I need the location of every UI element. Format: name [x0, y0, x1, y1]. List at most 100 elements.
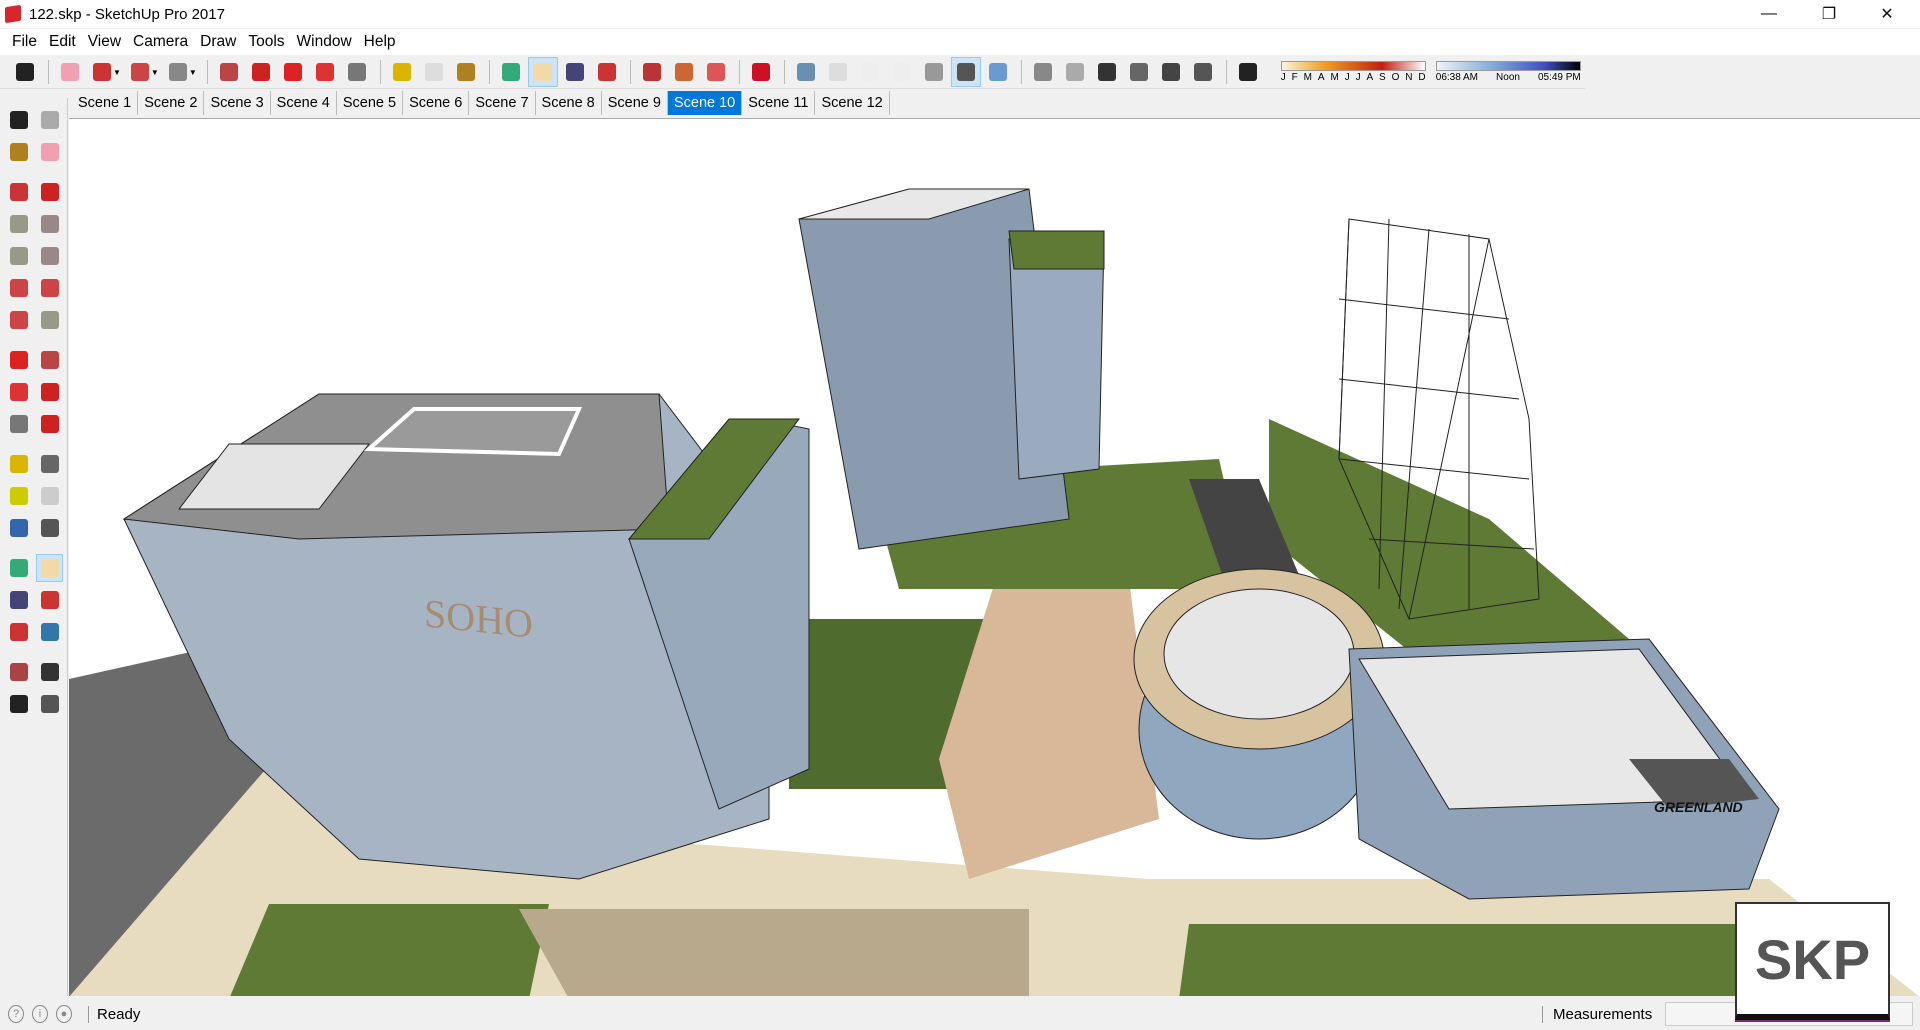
tab-scene-4[interactable]: Scene 4	[271, 91, 337, 115]
right-view-button[interactable]	[1124, 57, 1154, 87]
move-button[interactable]	[278, 57, 308, 87]
follow-me-tool[interactable]	[37, 378, 64, 406]
tape-measure-button[interactable]	[387, 57, 417, 87]
zoom-extents-button[interactable]	[592, 57, 622, 87]
circle-tool[interactable]	[6, 242, 33, 270]
follow-me-button[interactable]	[246, 57, 276, 87]
scale-tool[interactable]	[6, 410, 33, 438]
tab-scene-8[interactable]: Scene 8	[536, 91, 602, 115]
eraser-button[interactable]	[55, 57, 85, 87]
3d-warehouse-button[interactable]	[637, 57, 667, 87]
tab-scene-6[interactable]: Scene 6	[403, 91, 470, 115]
push-pull-tool[interactable]	[37, 346, 64, 374]
month-slider[interactable]: JFMAMJJASOND	[1280, 57, 1426, 87]
text-button[interactable]	[419, 57, 449, 87]
tab-scene-3[interactable]: Scene 3	[204, 91, 271, 115]
menu-tools[interactable]: Tools	[242, 33, 290, 51]
credits-icon[interactable]: i	[32, 1005, 48, 1023]
menu-draw[interactable]: Draw	[194, 33, 242, 51]
orbit-tool[interactable]	[6, 554, 32, 582]
protractor-tool[interactable]	[6, 482, 33, 510]
scale-button[interactable]	[342, 57, 372, 87]
restore-button[interactable]: ❐	[1806, 0, 1852, 28]
tab-scene-10[interactable]: Scene 10	[667, 91, 743, 115]
arc-tool[interactable]	[6, 274, 33, 302]
menu-help[interactable]: Help	[358, 33, 402, 51]
hidden-line-button[interactable]	[887, 57, 917, 87]
zoom-button[interactable]	[560, 57, 590, 87]
freehand-tool[interactable]	[37, 178, 64, 206]
shaded-button[interactable]	[919, 57, 949, 87]
3d-text-tool[interactable]	[37, 514, 64, 542]
line-tool[interactable]	[6, 178, 33, 206]
eraser-tool[interactable]	[37, 138, 64, 166]
select-arrow-button[interactable]	[10, 57, 40, 87]
back-view-button[interactable]	[1156, 57, 1186, 87]
shadows-toggle-button[interactable]	[1233, 57, 1263, 87]
top-view-button[interactable]	[1060, 57, 1090, 87]
rotate-button[interactable]	[310, 57, 340, 87]
dropdown-arrow-icon[interactable]: ▼	[151, 68, 159, 77]
3d-viewport[interactable]: SOHO GREENLAND	[69, 118, 1920, 996]
menu-view[interactable]: View	[82, 33, 127, 51]
axes-tool[interactable]	[6, 514, 33, 542]
position-camera-tool[interactable]	[6, 658, 33, 686]
zoom-tool[interactable]	[6, 586, 33, 614]
time-slider[interactable]: 06:38 AM Noon 05:49 PM	[1435, 57, 1581, 87]
tape-measure-tool[interactable]	[6, 450, 33, 478]
zoom-window-tool[interactable]	[37, 586, 64, 614]
extension-warehouse-button[interactable]	[669, 57, 699, 87]
rotate-tool[interactable]	[6, 378, 33, 406]
menu-edit[interactable]: Edit	[43, 33, 82, 51]
select-tool[interactable]	[6, 106, 33, 134]
tab-scene-9[interactable]: Scene 9	[602, 91, 668, 115]
minimize-button[interactable]: —	[1746, 0, 1792, 28]
section-plane-tool[interactable]	[37, 690, 64, 718]
left-view-button[interactable]	[1188, 57, 1218, 87]
tab-scene-12[interactable]: Scene 12	[815, 91, 890, 115]
tab-scene-2[interactable]: Scene 2	[138, 91, 205, 115]
front-view-button[interactable]	[1092, 57, 1122, 87]
menu-camera[interactable]: Camera	[127, 33, 194, 51]
polygon-tool[interactable]	[37, 242, 64, 270]
dropdown-arrow-icon[interactable]: ▼	[113, 68, 121, 77]
menu-file[interactable]: File	[6, 33, 43, 51]
geo-location-icon[interactable]: ?	[8, 1005, 24, 1023]
rectangle-tool[interactable]	[6, 210, 33, 238]
dropdown-arrow-icon[interactable]: ▼	[189, 68, 197, 77]
menu-window[interactable]: Window	[291, 33, 358, 51]
offset-tool[interactable]	[37, 410, 64, 438]
walk-tool[interactable]	[6, 690, 33, 718]
tab-scene-5[interactable]: Scene 5	[337, 91, 404, 115]
ruby-console-button[interactable]	[746, 57, 776, 87]
user-account-icon[interactable]: ●	[56, 1005, 72, 1023]
tab-scene-7[interactable]: Scene 7	[469, 91, 536, 115]
shaded-textures-button[interactable]	[950, 57, 981, 87]
two-point-arc-tool[interactable]	[37, 274, 64, 302]
close-button[interactable]: ✕	[1864, 0, 1910, 28]
xray-button[interactable]	[791, 57, 821, 87]
three-point-arc-tool[interactable]	[6, 306, 33, 334]
dimension-tool[interactable]	[37, 450, 64, 478]
rotated-rectangle-tool[interactable]	[37, 210, 64, 238]
paint-bucket-tool[interactable]	[6, 138, 33, 166]
layout-send-button[interactable]	[701, 57, 731, 87]
move-tool[interactable]	[6, 346, 33, 374]
wireframe-button[interactable]	[855, 57, 885, 87]
iso-view-button[interactable]	[1028, 57, 1058, 87]
back-edges-button[interactable]	[823, 57, 853, 87]
pan-hand-button[interactable]	[527, 57, 558, 87]
look-around-tool[interactable]	[37, 658, 64, 686]
pan-hand-tool[interactable]	[36, 554, 63, 582]
make-component-tool[interactable]	[37, 106, 64, 134]
tab-scene-11[interactable]: Scene 11	[742, 91, 816, 115]
previous-view-tool[interactable]	[37, 618, 64, 646]
zoom-extents-tool[interactable]	[6, 618, 33, 646]
pie-tool[interactable]	[37, 306, 64, 334]
tab-scene-1[interactable]: Scene 1	[72, 91, 139, 115]
text-tool[interactable]	[37, 482, 64, 510]
orbit-button[interactable]	[496, 57, 526, 87]
monochrome-button[interactable]	[983, 57, 1013, 87]
paint-bucket-button[interactable]	[451, 57, 481, 87]
push-pull-button[interactable]	[214, 57, 244, 87]
